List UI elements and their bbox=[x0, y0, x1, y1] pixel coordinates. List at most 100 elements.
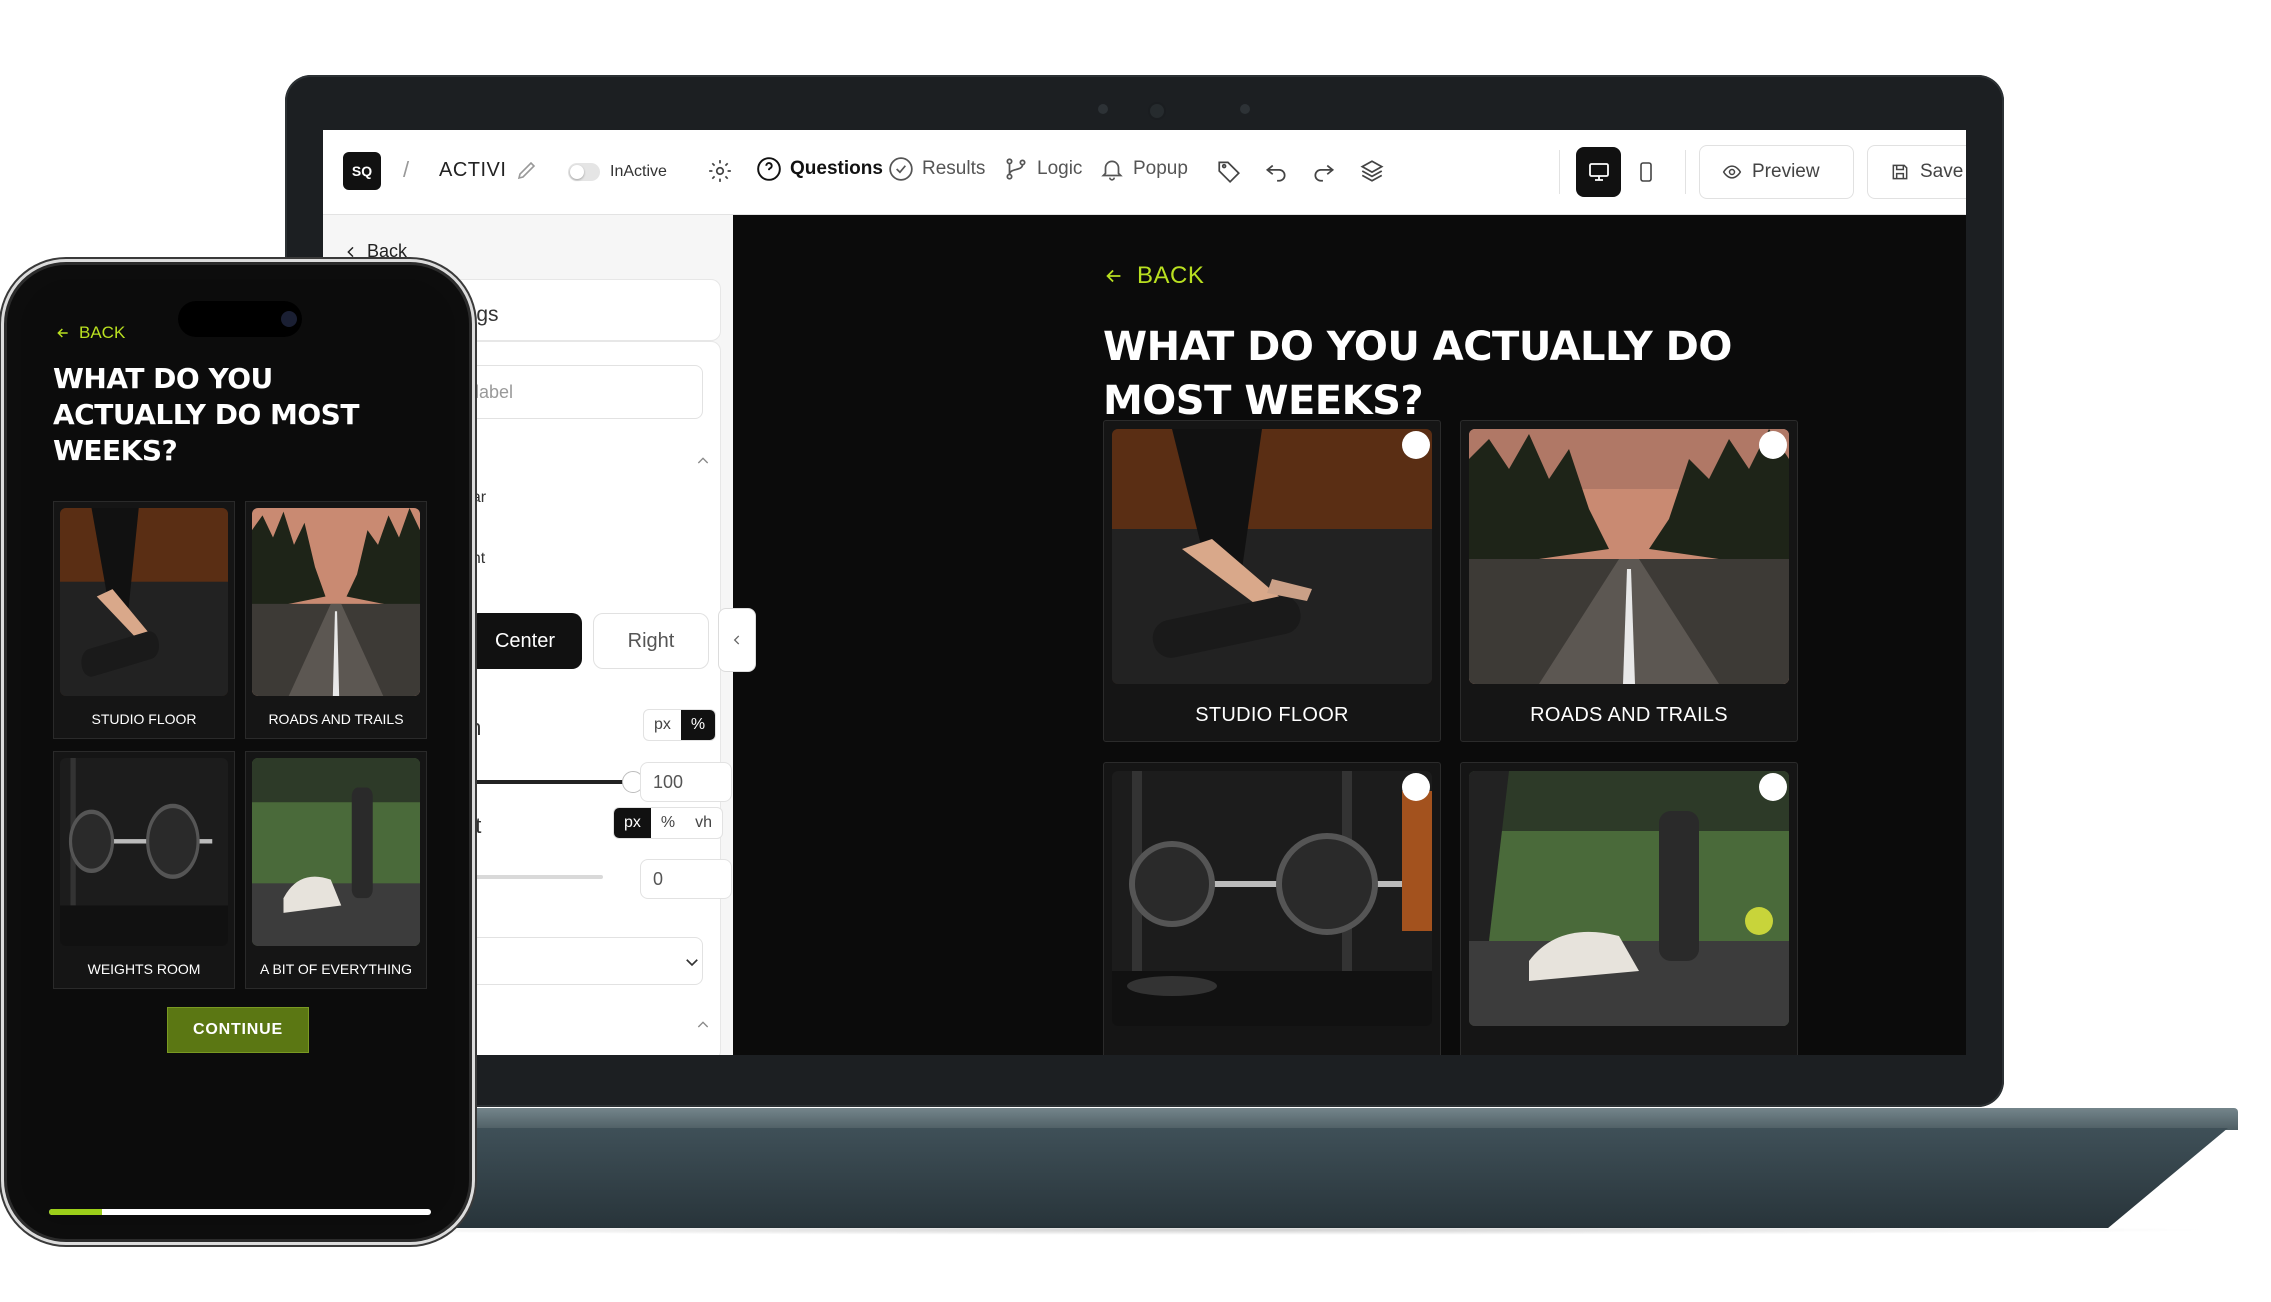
mobile-question-title: WHAT DO YOU ACTUALLY DO MOST WEEKS? bbox=[53, 362, 359, 467]
mobile-option-roads-and-trails[interactable]: ROADS AND TRAILS bbox=[245, 501, 427, 739]
gear-icon[interactable] bbox=[707, 158, 733, 184]
save-label: Save bbox=[1920, 161, 1964, 182]
toolbar-divider bbox=[1559, 150, 1560, 194]
studio-floor-image bbox=[60, 508, 228, 696]
height-unit-percent[interactable]: % bbox=[651, 808, 685, 838]
desktop-view-button[interactable] bbox=[1576, 147, 1621, 197]
width-unit-toggle: px % bbox=[643, 709, 717, 741]
save-button[interactable]: Save bbox=[1867, 145, 1966, 199]
option-radio[interactable] bbox=[1402, 431, 1430, 459]
option-radio[interactable] bbox=[1759, 431, 1787, 459]
option-card-a-bit-of-everything[interactable] bbox=[1460, 762, 1798, 1055]
progress-bar-fill bbox=[49, 1209, 103, 1215]
laptop-base bbox=[220, 1108, 2238, 1130]
studio-floor-image bbox=[1112, 429, 1432, 684]
weights-room-image bbox=[1112, 771, 1432, 1026]
phone-screen: BACK WHAT DO YOU ACTUALLY DO MOST WEEKS?… bbox=[21, 279, 455, 1225]
bell-icon bbox=[1101, 160, 1123, 181]
branch-icon bbox=[1006, 158, 1026, 180]
label-input[interactable]: nin label bbox=[433, 365, 703, 419]
device-switcher bbox=[1576, 147, 1668, 197]
collapse-panel-button[interactable] bbox=[718, 608, 756, 672]
settings-select[interactable]: al bbox=[433, 937, 703, 985]
monitor-icon bbox=[1588, 163, 1609, 181]
tab-label: Results bbox=[922, 158, 986, 179]
mobile-option-studio-floor[interactable]: STUDIO FLOOR bbox=[53, 501, 235, 739]
editor-toolbar: SQ / ACTIVI InActive Questions Results L… bbox=[323, 130, 1966, 215]
save-icon bbox=[1892, 164, 1908, 180]
laptop-screen: SQ / ACTIVI InActive Questions Results L… bbox=[323, 130, 1966, 1055]
mobile-back-button[interactable]: BACK bbox=[55, 323, 125, 343]
height-unit-vh[interactable]: vh bbox=[685, 808, 722, 838]
arrow-left-icon bbox=[57, 328, 68, 338]
weights-room-image bbox=[60, 758, 228, 946]
mobile-back-label: BACK bbox=[79, 323, 126, 342]
option-radio[interactable] bbox=[1402, 773, 1430, 801]
pencil-icon[interactable] bbox=[515, 158, 539, 182]
panel-back-button[interactable]: Back bbox=[343, 241, 407, 262]
laptop-camera bbox=[1150, 104, 1164, 118]
continue-button[interactable]: CONTINUE bbox=[167, 1007, 309, 1053]
quiz-back-button[interactable]: BACK bbox=[1103, 262, 1204, 290]
tab-results[interactable]: Results bbox=[888, 156, 985, 182]
chevron-up-icon[interactable] bbox=[695, 453, 711, 469]
preview-label: Preview bbox=[1752, 161, 1820, 182]
width-unit-px[interactable]: px bbox=[644, 710, 681, 740]
chevron-left-icon bbox=[347, 246, 354, 257]
tab-logic[interactable]: Logic bbox=[1003, 156, 1082, 182]
arrow-left-icon bbox=[1106, 269, 1121, 283]
breadcrumb-separator: / bbox=[403, 157, 410, 182]
active-toggle[interactable] bbox=[568, 163, 600, 181]
status-label: InActive bbox=[610, 163, 667, 180]
quiz-back-label: BACK bbox=[1137, 262, 1205, 289]
tab-label: Questions bbox=[790, 158, 883, 179]
mobile-option-label: STUDIO FLOOR bbox=[91, 711, 197, 727]
layers-icon[interactable] bbox=[1359, 158, 1385, 184]
option-radio[interactable] bbox=[1759, 773, 1787, 801]
eye-icon bbox=[1722, 165, 1742, 179]
align-center-button[interactable]: Center bbox=[468, 613, 582, 669]
preview-button[interactable]: Preview bbox=[1699, 145, 1854, 199]
a-bit-of-everything-image bbox=[252, 758, 420, 946]
option-label: STUDIO FLOOR bbox=[1195, 704, 1349, 726]
mobile-option-weights-room[interactable]: WEIGHTS ROOM bbox=[53, 751, 235, 989]
height-slider-track[interactable] bbox=[463, 875, 603, 879]
height-unit-toggle: px % vh bbox=[613, 807, 724, 839]
mobile-option-label: WEIGHTS ROOM bbox=[87, 961, 201, 977]
app-logo[interactable]: SQ bbox=[343, 152, 381, 190]
redo-icon[interactable] bbox=[1311, 158, 1337, 184]
width-slider-fill bbox=[463, 780, 633, 784]
chevron-down-icon bbox=[686, 959, 698, 967]
width-input[interactable]: 100 bbox=[640, 762, 732, 802]
tab-label: Logic bbox=[1037, 158, 1083, 179]
panel-back-label: Back bbox=[367, 241, 408, 261]
option-card-roads-and-trails[interactable]: ROADS AND TRAILS bbox=[1460, 420, 1798, 742]
laptop-shadow bbox=[260, 1225, 2220, 1235]
a-bit-of-everything-image bbox=[1469, 771, 1789, 1026]
quiz-name[interactable]: ACTIVI bbox=[439, 159, 506, 182]
option-card-weights-room[interactable] bbox=[1103, 762, 1441, 1055]
tab-label: Popup bbox=[1133, 158, 1188, 179]
align-right-button[interactable]: Right bbox=[593, 613, 709, 669]
question-title: WHAT DO YOU ACTUALLY DO MOST WEEKS? bbox=[1103, 324, 1732, 424]
chevron-up-icon[interactable] bbox=[695, 1017, 711, 1033]
height-unit-px[interactable]: px bbox=[614, 808, 651, 838]
option-card-studio-floor[interactable]: STUDIO FLOOR bbox=[1103, 420, 1441, 742]
check-circle-icon bbox=[889, 157, 913, 181]
mobile-view-button[interactable] bbox=[1623, 147, 1668, 197]
width-unit-percent[interactable]: % bbox=[680, 710, 716, 740]
mobile-option-a-bit-of-everything[interactable]: A BIT OF EVERYTHING bbox=[245, 751, 427, 989]
option-label: ROADS AND TRAILS bbox=[1530, 704, 1728, 726]
question-circle-icon bbox=[757, 157, 781, 181]
mobile-option-label: A BIT OF EVERYTHING bbox=[260, 961, 412, 977]
tab-popup[interactable]: Popup bbox=[1099, 156, 1188, 182]
smartphone-icon bbox=[1639, 162, 1652, 182]
phone-camera bbox=[281, 311, 297, 327]
undo-icon[interactable] bbox=[1263, 158, 1289, 184]
chevron-left-icon bbox=[733, 635, 740, 645]
tag-icon[interactable] bbox=[1216, 158, 1242, 184]
height-input[interactable]: 0 bbox=[640, 859, 732, 899]
laptop-sensor bbox=[1240, 104, 1250, 114]
height-value: 0 bbox=[653, 868, 664, 889]
tab-questions[interactable]: Questions bbox=[756, 156, 883, 182]
